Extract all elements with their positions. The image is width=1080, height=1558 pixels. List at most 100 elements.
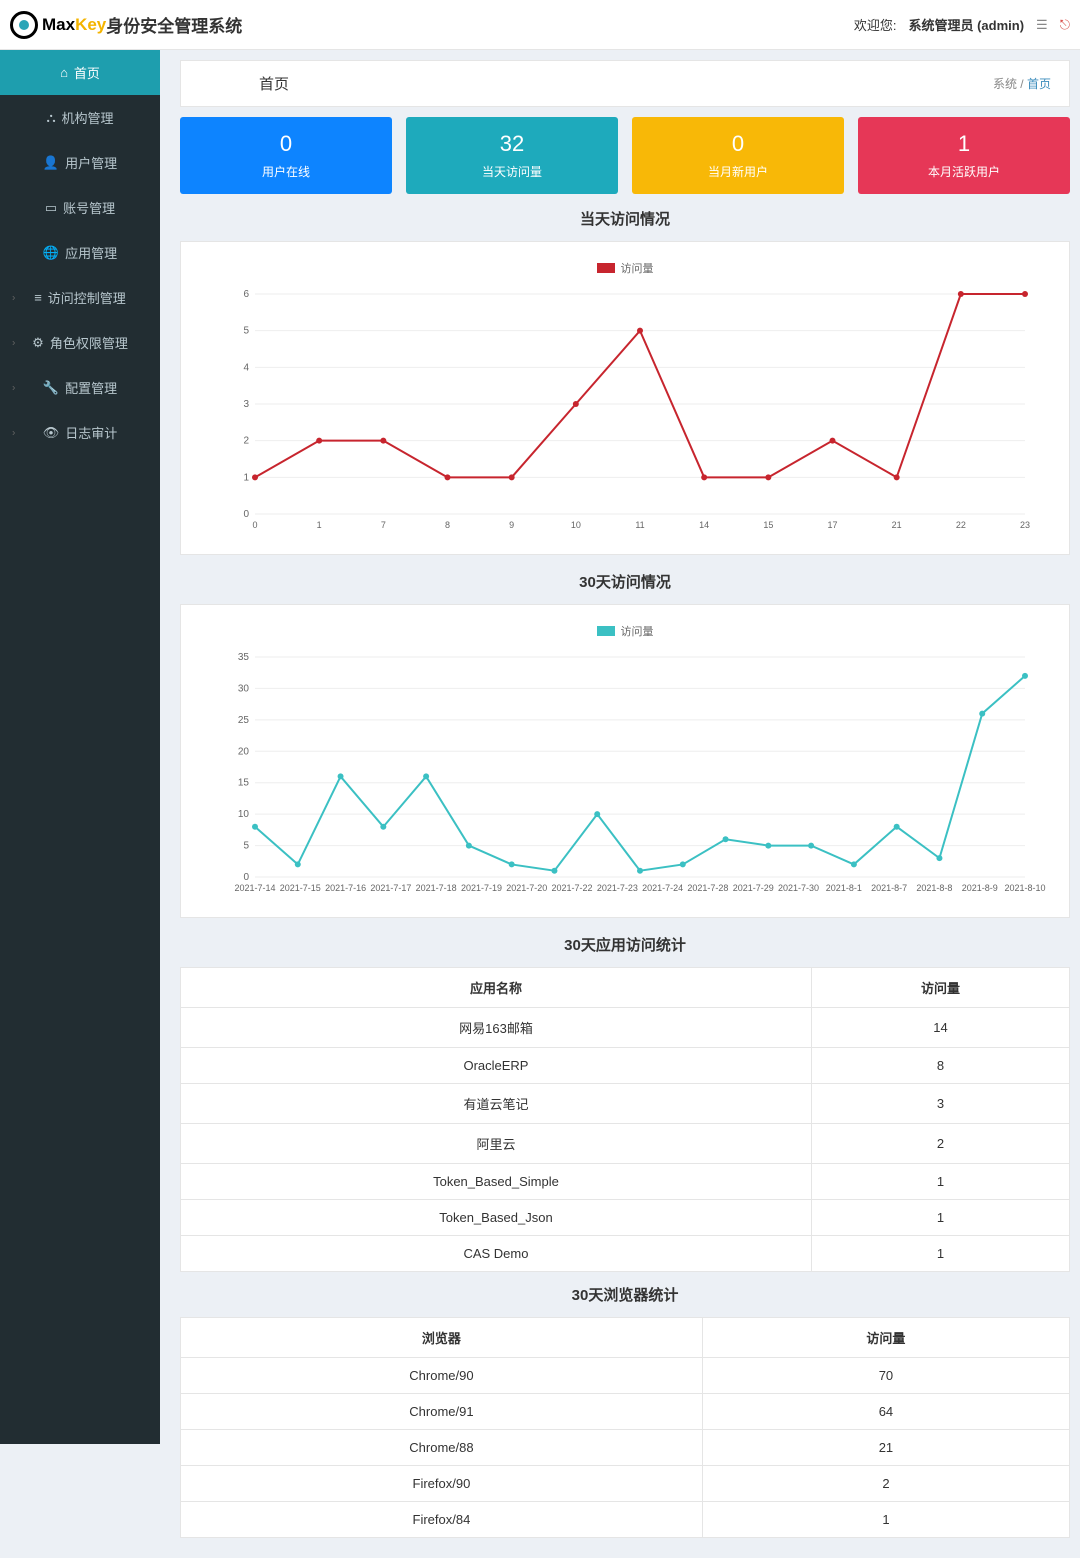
svg-text:2021-7-16: 2021-7-16: [325, 883, 366, 893]
breadcrumb-root: 系统: [993, 77, 1017, 91]
table-cell: 网易163邮箱: [181, 1008, 812, 1048]
table-row: 有道云笔记3: [181, 1084, 1070, 1124]
table-row: Firefox/902: [181, 1466, 1070, 1502]
svg-text:2021-8-10: 2021-8-10: [1004, 883, 1045, 893]
table-row: OracleERP8: [181, 1048, 1070, 1084]
table-header: 访问量: [702, 1318, 1069, 1358]
logo-suffix: 身份安全管理系统: [106, 12, 242, 37]
sidebar-item-6[interactable]: › ⚙ 角色权限管理: [0, 320, 160, 365]
stat-card-3: 1 本月活跃用户: [858, 117, 1070, 194]
chart2-panel: 访问量 051015202530352021-7-142021-7-152021…: [180, 604, 1070, 918]
chart1-panel: 访问量 0123456017891011141517212223: [180, 241, 1070, 555]
globe-icon: 🌐: [43, 245, 59, 261]
svg-text:0: 0: [243, 872, 249, 883]
svg-text:35: 35: [238, 652, 250, 663]
svg-text:5: 5: [243, 326, 249, 337]
logo-icon: [10, 11, 38, 39]
sidebar-item-label: 机构管理: [62, 108, 114, 127]
table-cell: 2: [702, 1466, 1069, 1502]
svg-text:21: 21: [892, 520, 902, 530]
breadcrumb: 首页 系统 / 首页: [180, 60, 1070, 107]
sidebar-item-5[interactable]: ›≡访问控制管理: [0, 275, 160, 320]
stat-card-0: 0 用户在线: [180, 117, 392, 194]
idcard-icon: ▭: [45, 200, 57, 216]
sidebar-item-label: 角色权限管理: [50, 333, 128, 352]
svg-text:10: 10: [571, 520, 581, 530]
svg-text:2021-7-28: 2021-7-28: [687, 883, 728, 893]
svg-text:2021-8-1: 2021-8-1: [826, 883, 862, 893]
stat-cards: 0用户在线32当天访问量0当月新用户1本月活跃用户: [180, 117, 1070, 194]
sidebar-item-label: 配置管理: [65, 378, 117, 397]
svg-text:2021-8-9: 2021-8-9: [962, 883, 998, 893]
logout-icon[interactable]: ⎋: [1060, 17, 1070, 33]
svg-text:14: 14: [699, 520, 709, 530]
stat-value: 0: [180, 131, 392, 157]
sidebar-item-label: 日志审计: [65, 423, 117, 442]
table-row: Chrome/9164: [181, 1394, 1070, 1430]
table-cell: CAS Demo: [181, 1236, 812, 1272]
logo: MaxKey身份安全管理系统: [10, 11, 242, 39]
svg-text:0: 0: [243, 509, 249, 520]
table-header: 应用名称: [181, 968, 812, 1008]
sidebar-item-8[interactable]: › 👁 日志审计: [0, 410, 160, 455]
table-cell: 阿里云: [181, 1124, 812, 1164]
stat-label: 当天访问量: [406, 163, 618, 180]
svg-text:2: 2: [243, 436, 249, 447]
logo-text-max: Max: [42, 15, 75, 35]
user-icon: 👤: [43, 155, 59, 171]
sliders-icon: ≡: [34, 290, 42, 305]
menu-toggle-icon[interactable]: ☰: [1036, 17, 1048, 33]
sidebar-item-3[interactable]: ▭账号管理: [0, 185, 160, 230]
cogs-icon: ⚙: [32, 335, 44, 351]
table-row: Chrome/9070: [181, 1358, 1070, 1394]
sidebar-item-2[interactable]: 👤 用户管理: [0, 140, 160, 185]
svg-text:8: 8: [445, 520, 450, 530]
table-cell: Chrome/90: [181, 1358, 703, 1394]
sidebar-item-label: 应用管理: [65, 243, 117, 262]
table-row: Token_Based_Simple1: [181, 1164, 1070, 1200]
eye-icon: 👁: [43, 425, 60, 441]
svg-text:2021-7-19: 2021-7-19: [461, 883, 502, 893]
sidebar-item-4[interactable]: 🌐 应用管理: [0, 230, 160, 275]
chevron-icon: ›: [12, 427, 15, 438]
sidebar-item-0[interactable]: ⌂首页: [0, 50, 160, 95]
stat-value: 0: [632, 131, 844, 157]
sidebar-item-7[interactable]: ›🔧配置管理: [0, 365, 160, 410]
breadcrumb-current[interactable]: 首页: [1027, 77, 1051, 91]
table-row: 阿里云2: [181, 1124, 1070, 1164]
table-apps: 应用名称访问量网易163邮箱14OracleERP8有道云笔记3阿里云2Toke…: [180, 967, 1070, 1272]
stat-label: 本月活跃用户: [858, 163, 1070, 180]
main-content: 首页 系统 / 首页 0用户在线32当天访问量0当月新用户1本月活跃用户 当天访…: [170, 60, 1080, 1558]
svg-text:15: 15: [763, 520, 773, 530]
home-icon: ⌂: [60, 65, 68, 80]
svg-text:11: 11: [635, 520, 644, 530]
table-cell: 1: [702, 1502, 1069, 1538]
stat-label: 用户在线: [180, 163, 392, 180]
table-cell: 2: [811, 1124, 1069, 1164]
table-header: 访问量: [811, 968, 1069, 1008]
sitemap-icon: ⛬: [46, 110, 55, 126]
table-cell: 21: [702, 1430, 1069, 1466]
table-apps-title: 30天应用访问统计: [180, 934, 1070, 955]
stat-value: 1: [858, 131, 1070, 157]
chart1-title: 当天访问情况: [180, 208, 1070, 229]
svg-text:2021-7-22: 2021-7-22: [552, 883, 593, 893]
table-cell: Firefox/84: [181, 1502, 703, 1538]
svg-text:2021-8-7: 2021-8-7: [871, 883, 907, 893]
svg-text:2021-7-20: 2021-7-20: [506, 883, 547, 893]
table-cell: 1: [811, 1236, 1069, 1272]
chart1: 0123456017891011141517212223: [199, 284, 1051, 544]
table-cell: Chrome/91: [181, 1394, 703, 1430]
svg-text:4: 4: [243, 362, 249, 373]
svg-text:2021-7-29: 2021-7-29: [733, 883, 774, 893]
chevron-icon: ›: [12, 337, 15, 348]
sidebar-item-1[interactable]: ⛬ 机构管理: [0, 95, 160, 140]
sidebar-item-label: 用户管理: [65, 153, 117, 172]
table-cell: 1: [811, 1200, 1069, 1236]
table-header: 浏览器: [181, 1318, 703, 1358]
svg-text:17: 17: [827, 520, 837, 530]
page-title: 首页: [259, 73, 289, 94]
wrench-icon: 🔧: [43, 380, 59, 396]
chevron-icon: ›: [12, 292, 15, 303]
table-cell: 70: [702, 1358, 1069, 1394]
